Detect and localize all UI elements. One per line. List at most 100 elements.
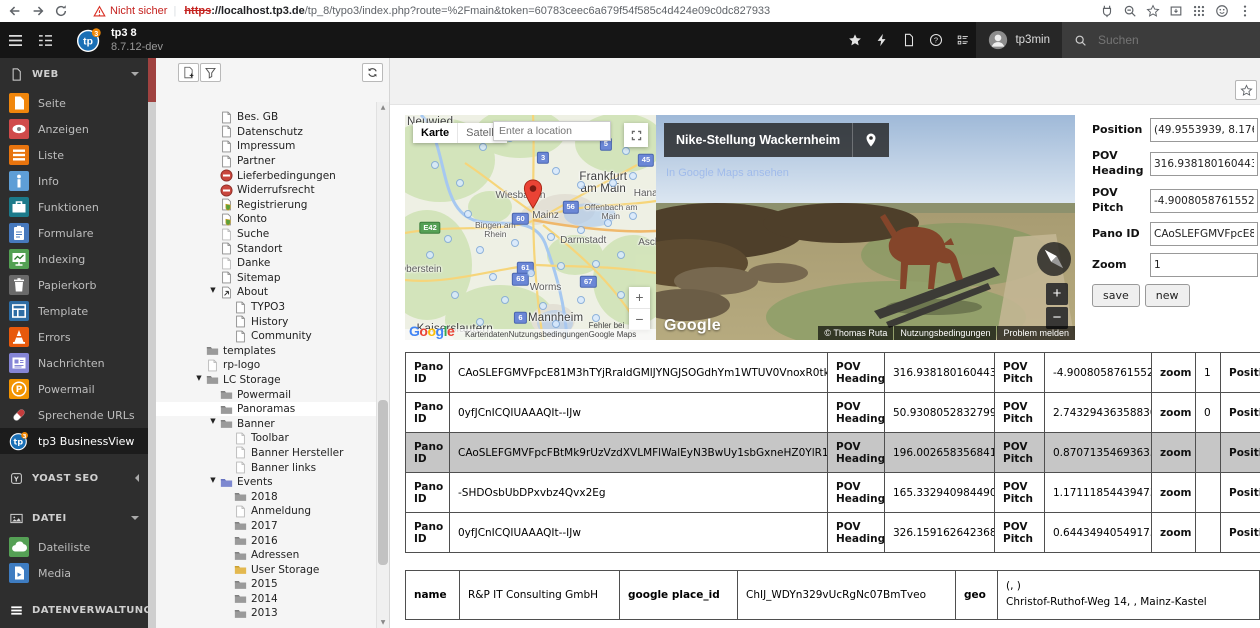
tree-node-danke[interactable]: Danke [156,256,376,271]
zoom-icon[interactable] [1123,4,1137,18]
tree-node-banner-links[interactable]: Banner links [156,460,376,475]
map-attr-nutzungsbedingungen[interactable]: Nutzungsbedingungen [509,330,589,339]
tree-node-about[interactable]: ▼About [156,285,376,300]
tree-node-widerrufsrecht[interactable]: Widerrufsrecht [156,183,376,198]
help-button[interactable]: ? [922,22,949,58]
field-input-pov-heading[interactable] [1150,152,1258,176]
scroll-down-icon[interactable]: ▼ [377,619,389,626]
browser-forward-icon[interactable] [31,4,45,18]
tree-node-2015[interactable]: 2015 [156,577,376,592]
sidebar-item-info[interactable]: Info [0,168,148,194]
sidebar-item-tp3-businessview[interactable]: tp3tp3 BusinessView [0,428,148,454]
street-view-pin-button[interactable] [852,123,889,157]
tree-node-panoramas[interactable]: Panoramas [156,402,376,417]
tree-node-toolbar[interactable]: Toolbar [156,431,376,446]
new-button[interactable]: new [1145,284,1190,307]
tree-node-impressum[interactable]: Impressum [156,139,376,154]
map-zoom-in-button[interactable]: + [629,287,650,308]
sidebar-item-media[interactable]: Media [0,560,148,586]
tree-node-typo3[interactable]: TYPO3 [156,300,376,315]
sidebar-item-funktionen[interactable]: Funktionen [0,194,148,220]
module-section-yoast-seo[interactable]: YYOAST SEO [0,462,148,494]
collapse-icon[interactable]: ▼ [208,476,218,484]
tree-node-powermail[interactable]: Powermail [156,387,376,402]
scroll-up-icon[interactable]: ▲ [377,104,389,111]
tp3-logo-icon[interactable]: tp3 [76,27,102,53]
browser-menu-icon[interactable] [1238,4,1252,18]
tree-node-2017[interactable]: 2017 [156,519,376,534]
tree-node-standort[interactable]: Standort [156,241,376,256]
map-attr-fehler-melden[interactable]: Fehler bei Google Maps melden [589,321,652,340]
tree-scroll-thumb[interactable] [378,400,388,565]
search-input[interactable] [1096,32,1220,48]
tree-node-sitemap[interactable]: Sitemap [156,271,376,286]
map-fullscreen-button[interactable] [624,123,648,147]
position-action[interactable]: Position [1221,393,1260,433]
topbar-search[interactable] [1062,22,1260,58]
tree-node-2016[interactable]: 2016 [156,533,376,548]
sidebar-item-sprechende-urls[interactable]: Sprechende URLs [0,402,148,428]
open-document-button[interactable] [895,22,922,58]
tree-node-suche[interactable]: Suche [156,227,376,242]
collapse-icon[interactable]: ▼ [208,417,218,425]
tree-node-partner[interactable]: Partner [156,154,376,169]
tree-node-registrierung[interactable]: Registrierung [156,198,376,213]
profile-icon[interactable] [1215,4,1229,18]
tree-node-2014[interactable]: 2014 [156,592,376,607]
sidebar-item-liste[interactable]: Liste [0,142,148,168]
security-warning-label[interactable]: Nicht sicher [110,5,167,17]
sidebar-item-formulare[interactable]: Formulare [0,220,148,246]
sidebar-item-dateiliste[interactable]: Dateiliste [0,534,148,560]
tree-node-datenschutz[interactable]: Datenschutz [156,125,376,140]
tree-node-community[interactable]: Community [156,329,376,344]
map-attr-kartendaten[interactable]: Kartendaten [465,330,509,339]
tree-node-user-storage[interactable]: User Storage [156,562,376,577]
sidebar-item-powermail[interactable]: PPowermail [0,376,148,402]
zoom-action[interactable]: zoom [1152,353,1196,393]
filter-button[interactable] [200,63,221,82]
sidebar-item-papierkorb[interactable]: Papierkorb [0,272,148,298]
bookmark-star-icon[interactable] [1146,4,1160,18]
tree-node-anmeldung[interactable]: Anmeldung [156,504,376,519]
tree-node-templates[interactable]: templates [156,344,376,359]
field-input-zoom[interactable] [1150,253,1258,277]
clear-cache-button[interactable] [868,22,895,58]
page-tree-toggle[interactable] [30,22,60,58]
bookmarks-button[interactable] [841,22,868,58]
position-action[interactable]: Position [1221,353,1260,393]
tree-node-lieferbedingungen[interactable]: Lieferbedingungen [156,168,376,183]
map-location-input[interactable] [493,121,611,141]
field-input-pov-pitch[interactable] [1150,189,1258,213]
tree-node-2013[interactable]: 2013 [156,606,376,621]
new-page-button[interactable] [178,63,199,82]
map-marker-icon[interactable] [523,179,543,210]
tree-node-2018[interactable]: 2018 [156,489,376,504]
tree-node-rp-logo[interactable]: rp-logo [156,358,376,373]
apps-grid-icon[interactable] [1192,4,1206,18]
tree-node-history[interactable]: History [156,314,376,329]
sidebar-item-anzeigen[interactable]: Anzeigen [0,116,148,142]
tree-node-bes-gb[interactable]: Bes. GB [156,110,376,125]
browser-back-icon[interactable] [8,4,22,18]
tree-node-banner-hersteller[interactable]: Banner Hersteller [156,446,376,461]
module-section-datenverwaltung[interactable]: DATENVERWALTUNG [0,594,148,626]
sidebar-item-indexing[interactable]: Indexing [0,246,148,272]
browser-refresh-icon[interactable] [54,4,68,18]
collapse-icon[interactable]: ▼ [208,286,218,294]
sv-attr-nutzungsbedingungen[interactable]: Nutzungsbedingungen [894,326,996,340]
save-button[interactable]: save [1092,284,1140,307]
address-bar[interactable]: https://localhost.tp3.de/tp_8/typo3/inde… [184,5,1088,17]
position-action[interactable]: Position [1221,433,1260,473]
tree-node-adressen[interactable]: Adressen [156,548,376,563]
position-action[interactable]: Position [1221,473,1260,513]
map-type-karte[interactable]: Karte [413,123,457,143]
zoom-action[interactable]: zoom [1152,393,1196,433]
shortcut-bookmark-button[interactable] [1235,80,1257,100]
module-section-datei[interactable]: DATEI [0,502,148,534]
tree-scrollbar[interactable]: ▲ ▼ [376,102,389,628]
sidebar-item-errors[interactable]: Errors [0,324,148,350]
module-menu-toggle[interactable] [0,22,30,58]
sidebar-item-seite[interactable]: Seite [0,90,148,116]
google-map[interactable]: NeuwiedFrankfurt am MainWiesbadenMainzOf… [405,115,656,340]
collapse-icon[interactable]: ▼ [194,374,204,382]
